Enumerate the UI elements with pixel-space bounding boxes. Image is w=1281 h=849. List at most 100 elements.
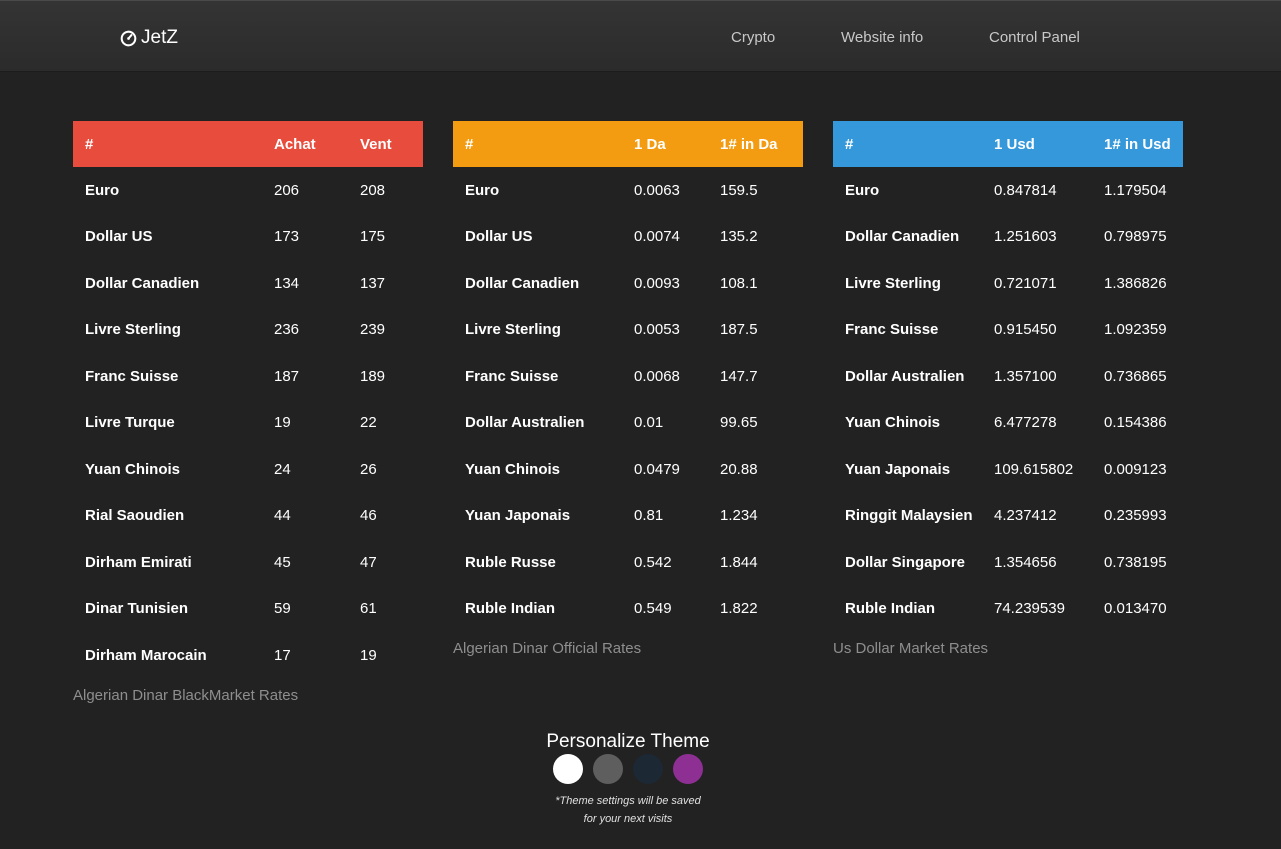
table-row: Euro 206 208 [73, 167, 423, 214]
theme-note-line: *Theme settings will be saved [555, 795, 701, 807]
rate-value-cell: 0.81 [634, 507, 664, 525]
rate-value-cell: 0.542 [634, 553, 672, 571]
rate-value-cell: 1.179504 [1104, 181, 1167, 199]
rate-value-cell: 0.738195 [1104, 553, 1167, 571]
rate-value-cell: 0.013470 [1104, 600, 1167, 618]
theme-title: Personalize Theme [546, 731, 710, 752]
theme-note: *Theme settings will be saved for your n… [540, 792, 716, 828]
table-row: Franc Suisse 187 189 [73, 353, 423, 400]
rate-value-cell: 6.477278 [994, 414, 1057, 432]
top-navbar: JetZ Crypto Website info Control Panel [0, 0, 1281, 72]
rate-value-cell: 0.721071 [994, 274, 1057, 292]
brand-logo[interactable]: JetZ [120, 27, 178, 49]
theme-swatch-navy[interactable] [633, 754, 663, 784]
table-row: Dollar Singapore 1.354656 0.738195 [833, 539, 1183, 586]
currency-name-cell: Livre Sterling [85, 321, 181, 339]
column-header-currency: # [833, 121, 982, 167]
rate-value-cell: 147.7 [720, 367, 758, 385]
rate-value-cell: 0.0053 [634, 321, 680, 339]
table-row: Livre Turque 19 22 [73, 400, 423, 447]
usd-rates-table: # 1 Usd 1# in Usd Euro 0.847814 1.179504 Do… [833, 121, 1183, 632]
table-caption: Us Dollar Market Rates [833, 640, 989, 657]
currency-name-cell: Dinar Tunisien [85, 600, 189, 618]
usd-rates-block: # 1 Usd 1# in Usd Euro 0.847814 1.179504 Do… [833, 121, 1183, 657]
currency-name-cell: Dirham Emirati [85, 553, 192, 571]
rate-value-cell: 187 [274, 367, 300, 385]
table-row: Ruble Indian 74.239539 0.013470 [833, 586, 1183, 633]
theme-swatch-gray[interactable] [593, 754, 623, 784]
table-row: Euro 0.0063 159.5 [453, 167, 803, 214]
rate-value-cell: 108.1 [720, 274, 758, 292]
table-row: Yuan Japonais 0.81 1.234 [453, 493, 803, 540]
currency-name-cell: Euro [845, 181, 880, 199]
column-header-inverse-rate: 1# in Da [708, 121, 803, 167]
rate-value-cell: 22 [360, 414, 377, 432]
official-rates-block: # 1 Da 1# in Da Euro 0.0063 159.5 Dollar US… [453, 121, 803, 657]
blackmarket-rates-table: # Achat Vent Euro 206 208 Dollar US 173 175 Do… [73, 121, 423, 679]
rate-value-cell: 19 [274, 414, 291, 432]
currency-name-cell: Dollar US [465, 228, 533, 246]
table-row: Euro 0.847814 1.179504 [833, 167, 1183, 214]
currency-name-cell: Dirham Marocain [85, 646, 207, 664]
rate-value-cell: 135.2 [720, 228, 758, 246]
rate-value-cell: 1.354656 [994, 553, 1057, 571]
rate-value-cell: 46 [360, 507, 377, 525]
column-header-buy: Achat [262, 121, 348, 167]
table-caption: Algerian Dinar Official Rates [453, 640, 642, 657]
table-row: Livre Sterling 0.0053 187.5 [453, 307, 803, 354]
rate-value-cell: 99.65 [720, 414, 758, 432]
rate-value-cell: 0.798975 [1104, 228, 1167, 246]
rate-value-cell: 1.234 [720, 507, 758, 525]
rate-value-cell: 0.736865 [1104, 367, 1167, 385]
rate-value-cell: 134 [274, 274, 300, 292]
rate-value-cell: 1.822 [720, 600, 758, 618]
rate-value-cell: 74.239539 [994, 600, 1065, 618]
rate-value-cell: 159.5 [720, 181, 758, 199]
currency-name-cell: Euro [85, 181, 120, 199]
theme-picker: Personalize Theme *Theme settings will b… [540, 730, 716, 828]
column-header-inverse-rate: 1# in Usd [1092, 121, 1183, 167]
currency-name-cell: Dollar Canadien [845, 228, 960, 246]
rate-value-cell: 61 [360, 600, 377, 618]
theme-swatch-white[interactable] [553, 754, 583, 784]
table-row: Yuan Chinois 6.477278 0.154386 [833, 400, 1183, 447]
table-header-row: # 1 Da 1# in Da [453, 121, 803, 167]
rate-value-cell: 109.615802 [994, 460, 1074, 478]
nav-website-info[interactable]: Website info [841, 29, 923, 46]
rate-value-cell: 1.251603 [994, 228, 1057, 246]
theme-swatch-purple[interactable] [673, 754, 703, 784]
nav-crypto[interactable]: Crypto [731, 29, 775, 46]
currency-name-cell: Dollar Australien [465, 414, 585, 432]
table-row: Yuan Chinois 0.0479 20.88 [453, 446, 803, 493]
brand-name: JetZ [141, 27, 178, 48]
table-row: Dollar Australien 1.357100 0.736865 [833, 353, 1183, 400]
table-row: Livre Sterling 0.721071 1.386826 [833, 260, 1183, 307]
rate-value-cell: 0.154386 [1104, 414, 1167, 432]
rate-value-cell: 175 [360, 228, 386, 246]
rate-value-cell: 26 [360, 460, 377, 478]
theme-note-line: for your next visits [583, 813, 673, 825]
table-row: Yuan Chinois 24 26 [73, 446, 423, 493]
rate-value-cell: 1.092359 [1104, 321, 1167, 339]
blackmarket-rates-block: # Achat Vent Euro 206 208 Dollar US 173 175 Do… [73, 121, 423, 704]
currency-name-cell: Yuan Chinois [465, 460, 561, 478]
rate-value-cell: 0.009123 [1104, 460, 1167, 478]
table-row: Dollar Australien 0.01 99.65 [453, 400, 803, 447]
table-row: Dollar US 0.0074 135.2 [453, 214, 803, 261]
currency-name-cell: Dollar Singapore [845, 553, 966, 571]
table-caption: Algerian Dinar BlackMarket Rates [73, 686, 299, 704]
currency-name-cell: Yuan Japonais [465, 507, 571, 525]
rate-value-cell: 206 [274, 181, 300, 199]
column-header-rate: 1 Usd [982, 121, 1092, 167]
theme-swatches [540, 754, 716, 784]
currency-name-cell: Dollar Canadien [465, 274, 580, 292]
rate-value-cell: 47 [360, 553, 377, 571]
rate-value-cell: 0.0093 [634, 274, 680, 292]
currency-name-cell: Franc Suisse [85, 367, 179, 385]
column-header-currency: # [73, 121, 262, 167]
gauge-icon [120, 30, 137, 46]
nav-control-panel[interactable]: Control Panel [989, 29, 1080, 46]
currency-name-cell: Ruble Russe [465, 553, 556, 571]
rate-value-cell: 236 [274, 321, 300, 339]
table-header-row: # 1 Usd 1# in Usd [833, 121, 1183, 167]
